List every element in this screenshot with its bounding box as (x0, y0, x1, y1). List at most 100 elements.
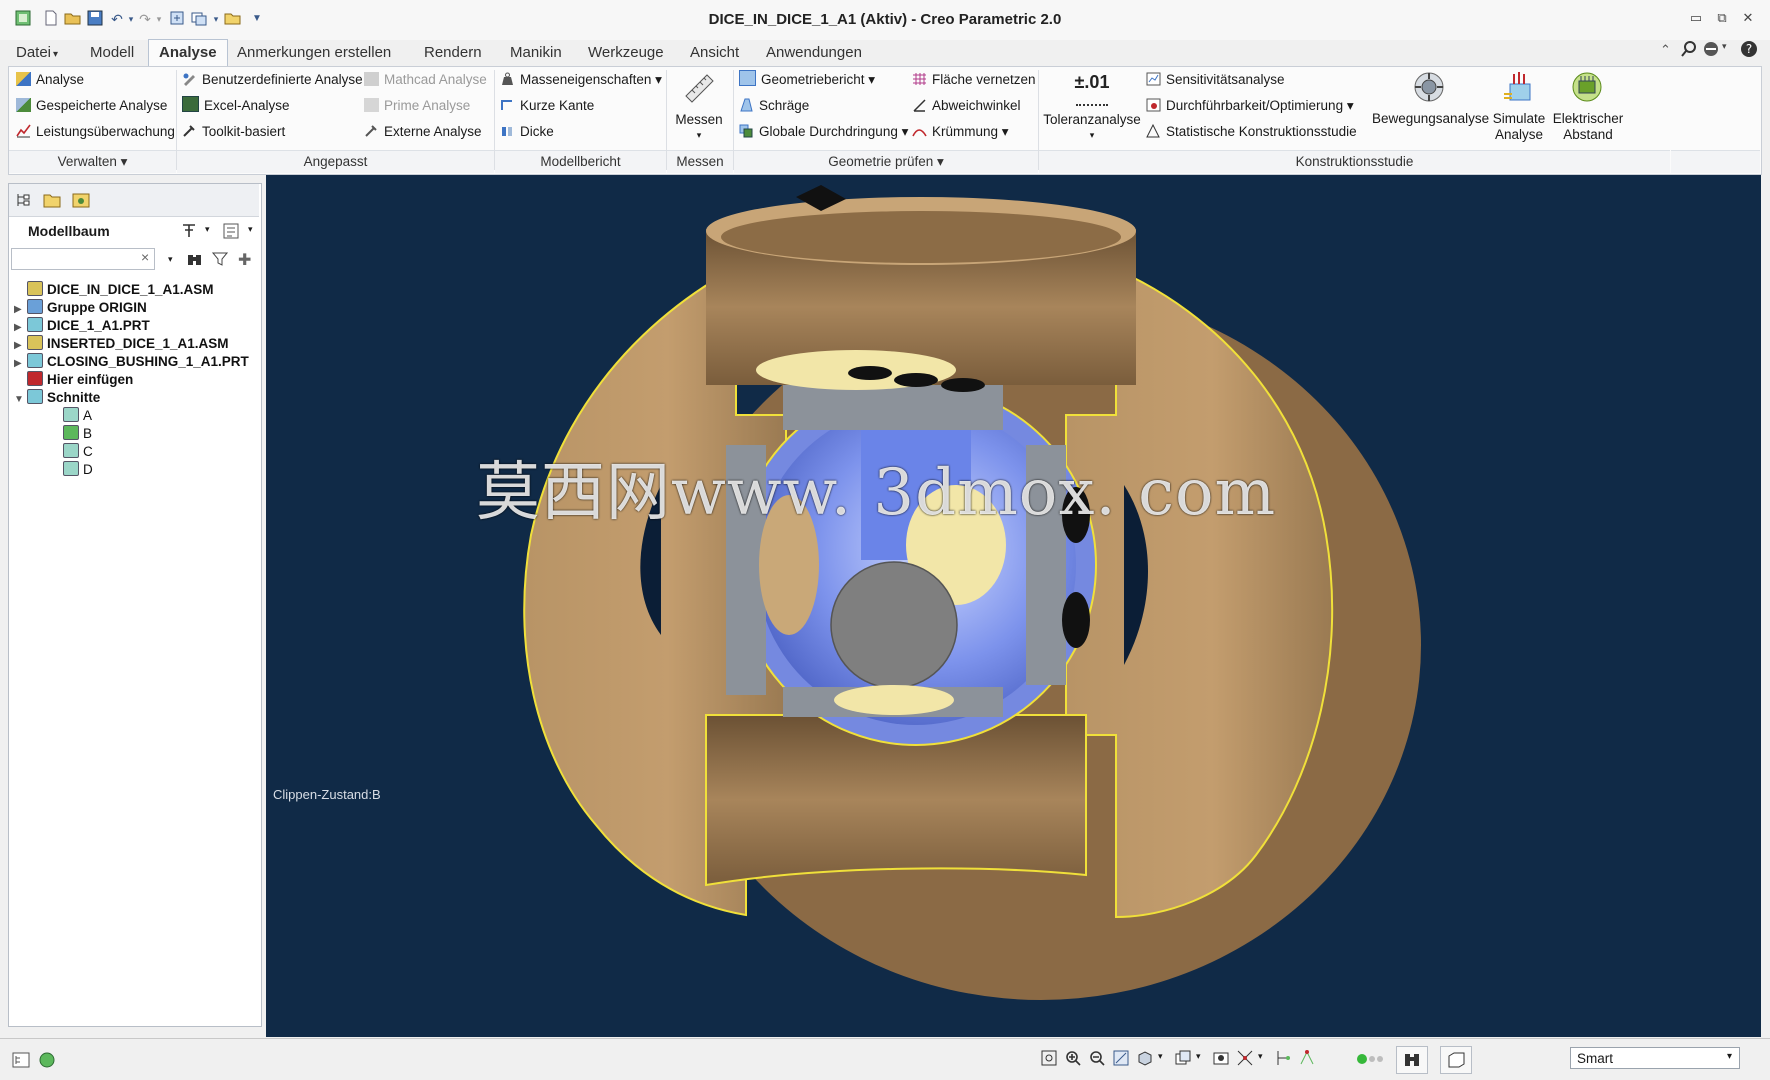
tolerance-dropdown-icon[interactable]: ▾ (1040, 127, 1144, 143)
saved-views-dropdown-icon[interactable]: ▾ (1196, 1051, 1201, 1062)
tree-item[interactable]: ▶ DICE_1_A1.PRT (14, 317, 150, 335)
feature-icon (63, 443, 79, 458)
tab-rendern[interactable]: Rendern (414, 40, 492, 65)
tree-item[interactable]: ▼ Schnitte (14, 389, 100, 407)
maximize-button[interactable]: ⧉ (1712, 10, 1732, 28)
annotation-display-icon[interactable] (1298, 1049, 1316, 1070)
find-icon[interactable] (186, 251, 204, 270)
tree-item[interactable]: Hier einfügen (14, 371, 133, 389)
curvature-button[interactable]: Krümmung ▾ (912, 121, 1009, 143)
filter-icon[interactable] (211, 251, 229, 270)
minimize-ribbon-icon[interactable]: ⌃ (1660, 42, 1671, 58)
global-interference-button[interactable]: Globale Durchdringung ▾ (739, 121, 908, 143)
tab-manikin[interactable]: Manikin (500, 40, 572, 65)
group-geometrie-pruefen[interactable]: Geometrie prüfen ▾ (734, 150, 1038, 173)
tree-item[interactable]: B (50, 425, 92, 443)
community-icon[interactable] (1702, 40, 1720, 61)
group-verwalten[interactable]: Verwalten ▾ (9, 150, 176, 173)
search-icon[interactable] (1680, 40, 1698, 61)
spin-center-icon[interactable] (1274, 1049, 1292, 1070)
simulate-analysis-button[interactable]: Simulate Analyse (1486, 111, 1552, 143)
graphics-viewport[interactable]: 莫西网www. 3dmox. com Clippen-Zustand:B (266, 175, 1761, 1037)
motion-analysis-icon[interactable] (1412, 70, 1446, 107)
geometry-report-button[interactable]: Geometriebericht ▾ (739, 69, 875, 91)
draft-button[interactable]: Schräge (739, 95, 809, 117)
tolerance-analysis-button[interactable]: Toleranzanalyse (1040, 112, 1144, 128)
add-column-icon[interactable]: ✚ (238, 250, 251, 270)
simulate-icon[interactable] (1502, 70, 1536, 107)
search-options-dropdown-icon[interactable]: ▾ (168, 254, 173, 265)
analyse-button[interactable]: Analyse (16, 69, 84, 91)
mass-properties-button[interactable]: Masseneigenschaften ▾ (500, 69, 662, 91)
tab-analyse[interactable]: Analyse (148, 39, 228, 67)
motion-analysis-button[interactable]: Bewegungsanalyse (1372, 111, 1489, 127)
tree-item[interactable]: ▶ INSERTED_DICE_1_A1.ASM (14, 335, 229, 353)
thickness-button[interactable]: Dicke (500, 121, 554, 143)
electrical-clearance-icon[interactable] (1570, 70, 1604, 107)
mesh-surface-button[interactable]: Fläche vernetzen (912, 69, 1036, 91)
tree-tab-icon[interactable] (15, 192, 31, 211)
tree-item[interactable]: C (50, 443, 93, 461)
chevron-down-icon[interactable]: ▼ (14, 391, 27, 409)
custom-analysis-button[interactable]: Benutzerdefinierte Analyse (182, 69, 363, 91)
tab-datei[interactable]: Datei ▾ (6, 40, 68, 65)
clear-search-icon[interactable]: × (141, 249, 149, 265)
close-button[interactable]: ✕ (1738, 10, 1758, 28)
excel-analysis-button[interactable]: Excel-Analyse (182, 95, 290, 117)
tolerance-scale-icon (1076, 100, 1108, 106)
selection-filter-select[interactable]: Smart (1570, 1047, 1740, 1069)
prime-analysis-button[interactable]: Prime Analyse (364, 95, 470, 117)
electrical-clearance-button[interactable]: Elektrischer Abstand (1552, 111, 1624, 143)
chevron-down-icon[interactable]: ▾ (1727, 1051, 1732, 1062)
measure-button[interactable]: Messen (670, 112, 728, 128)
zoom-in-icon[interactable] (1064, 1049, 1082, 1070)
tree-search-input[interactable] (11, 248, 155, 270)
feasibility-optimization-button[interactable]: Durchführbarkeit/Optimierung ▾ (1146, 95, 1354, 117)
performance-monitor-button[interactable]: Leistungsüberwachung (16, 121, 175, 143)
display-style-icon[interactable] (1136, 1049, 1154, 1070)
external-analysis-button[interactable]: Externe Analyse (364, 121, 482, 143)
repaint-icon[interactable] (1112, 1049, 1130, 1070)
short-edge-button[interactable]: Kurze Kante (500, 95, 594, 117)
minimize-button[interactable]: ▭ (1686, 10, 1706, 28)
tree-filters-dropdown-icon[interactable]: ▾ (248, 224, 253, 235)
tab-werkzeuge[interactable]: Werkzeuge (578, 40, 674, 65)
display-style-dropdown-icon[interactable]: ▾ (1158, 1051, 1163, 1062)
saved-analysis-button[interactable]: Gespeicherte Analyse (16, 95, 167, 117)
saved-views-icon[interactable] (1174, 1049, 1192, 1070)
folder-browser-tab-icon[interactable] (43, 192, 61, 211)
datum-display-dropdown-icon[interactable]: ▾ (1258, 1051, 1263, 1062)
tree-filters-icon[interactable] (222, 222, 240, 243)
tolerance-icon[interactable]: ±.01 (1073, 72, 1111, 102)
sensitivity-analysis-button[interactable]: Sensitivitätsanalyse (1146, 69, 1285, 91)
tree-settings-icon[interactable] (180, 222, 198, 243)
show-browser-icon[interactable] (38, 1052, 56, 1071)
measure-dropdown-icon[interactable]: ▾ (670, 127, 728, 143)
find-button[interactable] (1396, 1046, 1428, 1074)
tree-settings-dropdown-icon[interactable]: ▾ (205, 224, 210, 235)
help-icon[interactable]: ? (1740, 40, 1758, 61)
deviation-angle-button[interactable]: Abweichwinkel (912, 95, 1021, 117)
tab-anwendungen[interactable]: Anwendungen (756, 40, 872, 65)
tree-item[interactable]: ▶ Gruppe ORIGIN (14, 299, 147, 317)
zoom-out-icon[interactable] (1088, 1049, 1106, 1070)
datum-display-icon[interactable] (1236, 1049, 1254, 1070)
select-box-button[interactable] (1440, 1046, 1472, 1074)
favorites-tab-icon[interactable] (72, 192, 90, 211)
mathcad-analysis-button[interactable]: Mathcad Analyse (364, 69, 487, 91)
refit-icon[interactable] (1040, 1049, 1058, 1070)
statistical-design-study-button[interactable]: Statistische Konstruktionsstudie (1146, 121, 1357, 143)
tab-modell[interactable]: Modell (80, 40, 144, 65)
show-navigator-icon[interactable] (12, 1052, 30, 1071)
tab-ansicht[interactable]: Ansicht (680, 40, 749, 65)
measure-ruler-icon[interactable] (683, 70, 717, 107)
toolkit-based-button[interactable]: Toolkit-basiert (182, 121, 285, 143)
tree-item[interactable]: D (50, 461, 93, 479)
tree-item[interactable]: A (50, 407, 92, 425)
community-dropdown-icon[interactable]: ▾ (1722, 41, 1727, 52)
pip (1062, 592, 1090, 648)
tab-anmerkungen-erstellen[interactable]: Anmerkungen erstellen (227, 40, 401, 65)
tree-item[interactable]: ▶ CLOSING_BUSHING_1_A1.PRT (14, 353, 249, 371)
tree-item[interactable]: DICE_IN_DICE_1_A1.ASM (14, 281, 214, 299)
view-manager-icon[interactable] (1212, 1049, 1230, 1070)
